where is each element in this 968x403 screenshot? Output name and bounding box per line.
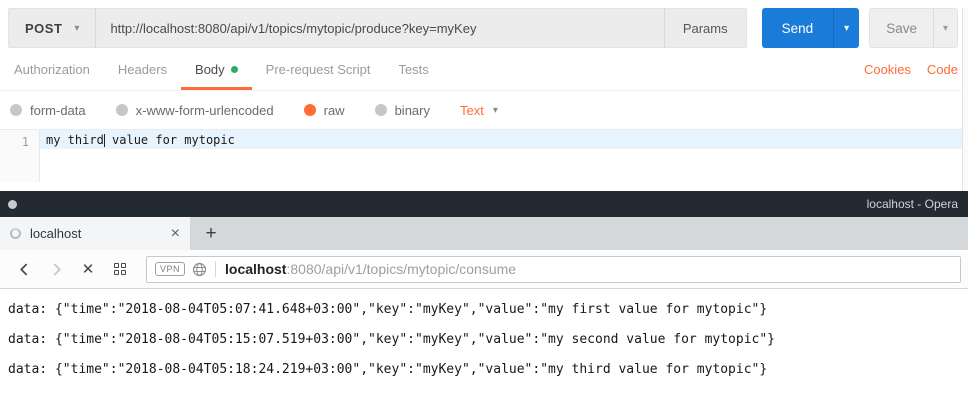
send-split-button: Send ▾ [762,8,860,48]
browser-tab-localhost[interactable]: localhost × [0,217,190,250]
tab-tests[interactable]: Tests [384,48,442,90]
save-dropdown-button[interactable]: ▾ [933,9,957,47]
opera-toolbar: ✕ VPN localhost :8080/api/v1/topics/myto… [0,250,968,289]
radio-icon [116,104,128,116]
tab-label: Body [195,62,225,77]
tab-close-icon[interactable]: × [171,226,180,242]
request-row: POST ▾ http://localhost:8080/api/v1/topi… [8,8,958,48]
chevron-down-icon: ▾ [943,23,948,34]
stop-button[interactable]: ✕ [74,255,102,283]
globe-icon [192,262,207,277]
speed-dial-button[interactable] [106,255,134,283]
tab-headers[interactable]: Headers [104,48,181,90]
chevron-down-icon: ▾ [844,23,849,34]
screen: POST ▾ http://localhost:8080/api/v1/topi… [0,8,968,403]
chevron-down-icon: ▾ [74,23,79,34]
sse-data-line: data: {"time":"2018-08-04T05:07:41.648+0… [8,295,968,325]
body-type-x-www-form-urlencoded[interactable]: x-www-form-urlencoded [116,103,274,118]
radio-icon [10,104,22,116]
line-number: 1 [22,135,29,149]
radio-label: x-www-form-urlencoded [136,103,274,118]
method-dropdown[interactable]: POST ▾ [9,9,96,47]
cookies-link[interactable]: Cookies [864,62,911,77]
forward-button[interactable] [42,255,70,283]
url-input[interactable]: http://localhost:8080/api/v1/topics/myto… [96,9,663,47]
raw-type-label: Text [460,103,484,118]
window-title: localhost - Opera [867,197,958,211]
address-bar[interactable]: VPN localhost :8080/api/v1/topics/mytopi… [146,256,961,283]
sse-data-line: data: {"time":"2018-08-04T05:18:24.219+0… [8,355,968,385]
editor-text-after-cursor: value for mytopic [105,133,235,147]
save-button[interactable]: Save [870,9,933,47]
body-type-raw[interactable]: raw [304,103,345,118]
editor-gutter: 1 [0,130,40,182]
request-bar: POST ▾ http://localhost:8080/api/v1/topi… [8,8,747,48]
body-type-form-data[interactable]: form-data [10,103,86,118]
speed-dial-grid-icon [114,263,126,275]
back-button[interactable] [10,255,38,283]
active-tab-underline [181,87,252,90]
request-tabs: Authorization Headers Body Pre-request S… [0,48,968,91]
raw-type-dropdown[interactable]: Text ▾ [460,103,498,118]
tab-label: Headers [118,62,167,77]
opera-titlebar: localhost - Opera [0,191,968,217]
opera-tabbar: localhost × + [0,217,968,250]
page-content: data: {"time":"2018-08-04T05:07:41.648+0… [0,289,968,385]
raw-body-editor[interactable]: 1 my third value for mytopic [0,129,968,182]
titlebar-dot-icon [8,200,17,209]
tab-body[interactable]: Body [181,48,252,90]
address-host: localhost [225,261,286,277]
stop-x-icon: ✕ [82,260,95,278]
tabs-right-links: Cookies Code [864,48,958,90]
tab-label: Authorization [14,62,90,77]
address-path: :8080/api/v1/topics/mytopic/consume [286,261,516,277]
code-link[interactable]: Code [927,62,958,77]
postman-app: POST ▾ http://localhost:8080/api/v1/topi… [0,8,968,191]
back-icon [17,262,32,277]
new-tab-button[interactable]: + [190,217,232,250]
editor-code-area: my third value for mytopic [40,130,968,182]
body-type-row: form-data x-www-form-urlencoded raw bina… [0,91,968,129]
radio-label: binary [395,103,430,118]
body-content-dot-icon [231,66,238,73]
tab-label: Pre-request Script [266,62,371,77]
send-button[interactable]: Send [762,8,834,48]
radio-selected-icon [304,104,316,116]
chevron-down-icon: ▾ [493,105,498,116]
editor-active-line: my third value for mytopic [40,130,968,149]
address-divider [215,261,216,277]
radio-label: form-data [30,103,86,118]
forward-icon [49,262,64,277]
tab-authorization[interactable]: Authorization [0,48,104,90]
send-dropdown-button[interactable]: ▾ [833,8,859,48]
opera-browser: localhost - Opera localhost × + ✕ VPN [0,191,968,385]
sse-data-line: data: {"time":"2018-08-04T05:15:07.519+0… [8,325,968,355]
params-button[interactable]: Params [664,9,746,47]
browser-tab-title: localhost [30,226,162,241]
tab-label: Tests [398,62,428,77]
radio-icon [375,104,387,116]
editor-text-before-cursor: my third [46,133,104,147]
method-label: POST [25,21,62,36]
tab-pre-request-script[interactable]: Pre-request Script [252,48,385,90]
radio-label: raw [324,103,345,118]
vpn-badge[interactable]: VPN [155,262,185,276]
body-type-binary[interactable]: binary [375,103,430,118]
postman-scrollbar[interactable] [962,8,968,191]
loading-spinner-icon [10,228,21,239]
save-split-button: Save ▾ [869,8,958,48]
